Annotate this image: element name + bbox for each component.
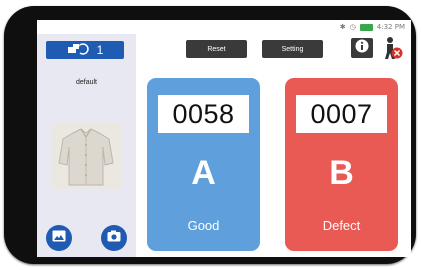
alarm-icon: ◷	[349, 23, 356, 31]
defect-letter: B	[329, 154, 354, 192]
tablet-frame: ✱ ◷ 4:32 PM 1 default Reset Setting 0058…	[4, 6, 416, 264]
good-letter: A	[191, 154, 216, 192]
camera-button[interactable]	[101, 225, 127, 251]
defect-counter-card[interactable]: 0007 B Defect	[285, 78, 398, 251]
app-screen: ✱ ◷ 4:32 PM 1 default Reset Setting 0058…	[37, 20, 411, 257]
status-bar: ✱ ◷ 4:32 PM	[37, 20, 411, 34]
bluetooth-icon: ✱	[339, 23, 346, 31]
sidebar: 1 default	[37, 34, 136, 257]
product-photo[interactable]	[51, 123, 121, 189]
good-count: 0058	[158, 95, 249, 133]
status-time: 4:32 PM	[376, 23, 405, 31]
defect-label: Defect	[322, 218, 361, 233]
setting-button[interactable]: Setting	[262, 40, 323, 58]
image-gallery-icon	[52, 229, 66, 247]
device-count: 1	[96, 43, 104, 57]
exit-button[interactable]	[383, 36, 403, 60]
profile-name: default	[75, 79, 98, 86]
reset-button[interactable]: Reset	[186, 40, 247, 58]
info-icon	[355, 39, 369, 58]
defect-count: 0007	[296, 95, 387, 133]
info-button[interactable]	[351, 38, 373, 58]
exit-person-icon	[383, 37, 403, 64]
battery-icon	[359, 23, 373, 31]
camera-icon	[107, 229, 121, 247]
good-counter-card[interactable]: 0058 A Good	[147, 78, 260, 251]
good-label: Good	[187, 218, 220, 233]
device-link-icon	[67, 42, 89, 58]
gallery-button[interactable]	[46, 225, 72, 251]
device-connection-button[interactable]: 1	[46, 41, 124, 59]
